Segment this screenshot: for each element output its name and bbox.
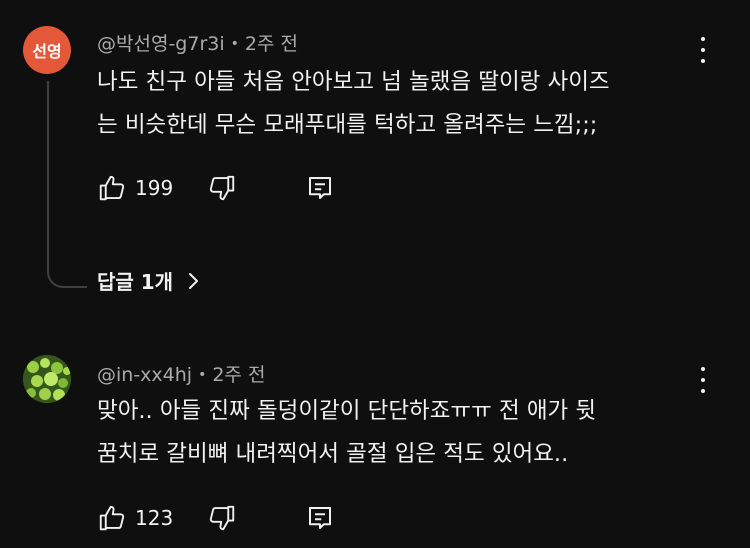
comment-time[interactable]: 2주 전	[245, 33, 298, 55]
green-plant-avatar	[23, 355, 71, 403]
dislike-button[interactable]	[207, 503, 237, 533]
reply-icon	[309, 177, 332, 199]
separator-dot: •	[198, 367, 207, 383]
thumbs-down-icon	[210, 505, 235, 531]
comment-text-line: 꿈치로 갈비뼈 내려찍어서 골절 입은 적도 있어요..	[97, 441, 569, 467]
thumbs-up-icon	[99, 175, 125, 201]
comment-text-line: 맞아.. 아들 진짜 돌덩이같이 단단하죠ㅠㅠ 전 애가 뒷	[97, 398, 597, 424]
comment: @in-xx4hj • 2주 전 맞아.. 아들 진짜 돌덩이같이 단단하죠ㅠㅠ 전…	[0, 310, 750, 548]
separator-dot: •	[230, 36, 239, 52]
dislike-button[interactable]	[207, 173, 237, 203]
comment-text-line: 나도 친구 아들 처음 안아보고 넘 놀랬음 딸이랑 사이즈	[97, 69, 610, 95]
comment: 선영 @박선영-g7r3i • 2주 전 나도 친구 아들 처음 안아보고 넘 놀랬…	[0, 0, 750, 310]
avatar[interactable]	[23, 355, 71, 403]
comment-meta: @박선영-g7r3i • 2주 전	[97, 29, 298, 56]
comment-actions: 199	[97, 173, 335, 203]
author-name[interactable]: @in-xx4hj	[97, 364, 192, 386]
like-button[interactable]: 199	[97, 173, 173, 203]
author-name[interactable]: @박선영-g7r3i	[97, 33, 225, 55]
avatar[interactable]: 선영	[23, 26, 71, 74]
like-button[interactable]: 123	[97, 503, 173, 533]
replies-label: 답글 1개	[97, 270, 174, 294]
avatar-initials: 선영	[32, 42, 62, 61]
reply-button[interactable]	[305, 503, 335, 533]
comment-text: 나도 친구 아들 처음 안아보고 넘 놀랬음 딸이랑 사이즈 는 비슷한데 무슨…	[97, 61, 707, 147]
comment-text-line: 는 비슷한데 무슨 모래푸대를 턱하고 올려주는 느낌;;;	[97, 112, 598, 138]
more-vert-icon	[701, 37, 705, 41]
more-vert-icon	[701, 367, 705, 371]
more-vert-icon-dot	[701, 48, 705, 52]
like-count: 199	[135, 176, 174, 200]
more-vert-icon-dot	[701, 378, 705, 382]
like-count: 123	[135, 506, 174, 530]
thumbs-down-icon	[210, 175, 235, 201]
view-replies-button[interactable]: 답글 1개	[97, 266, 199, 295]
comment-time[interactable]: 2주 전	[212, 364, 265, 386]
more-options-button[interactable]	[691, 37, 715, 63]
thread-line	[47, 81, 87, 288]
thumbs-up-icon	[99, 505, 125, 531]
comment-actions: 123	[97, 503, 335, 533]
chevron-right-icon	[189, 272, 199, 289]
reply-icon	[309, 507, 332, 529]
comment-text: 맞아.. 아들 진짜 돌덩이같이 단단하죠ㅠㅠ 전 애가 뒷 꿈치로 갈비뼈 내…	[97, 390, 707, 476]
reply-button[interactable]	[305, 173, 335, 203]
comment-meta: @in-xx4hj • 2주 전	[97, 360, 265, 387]
